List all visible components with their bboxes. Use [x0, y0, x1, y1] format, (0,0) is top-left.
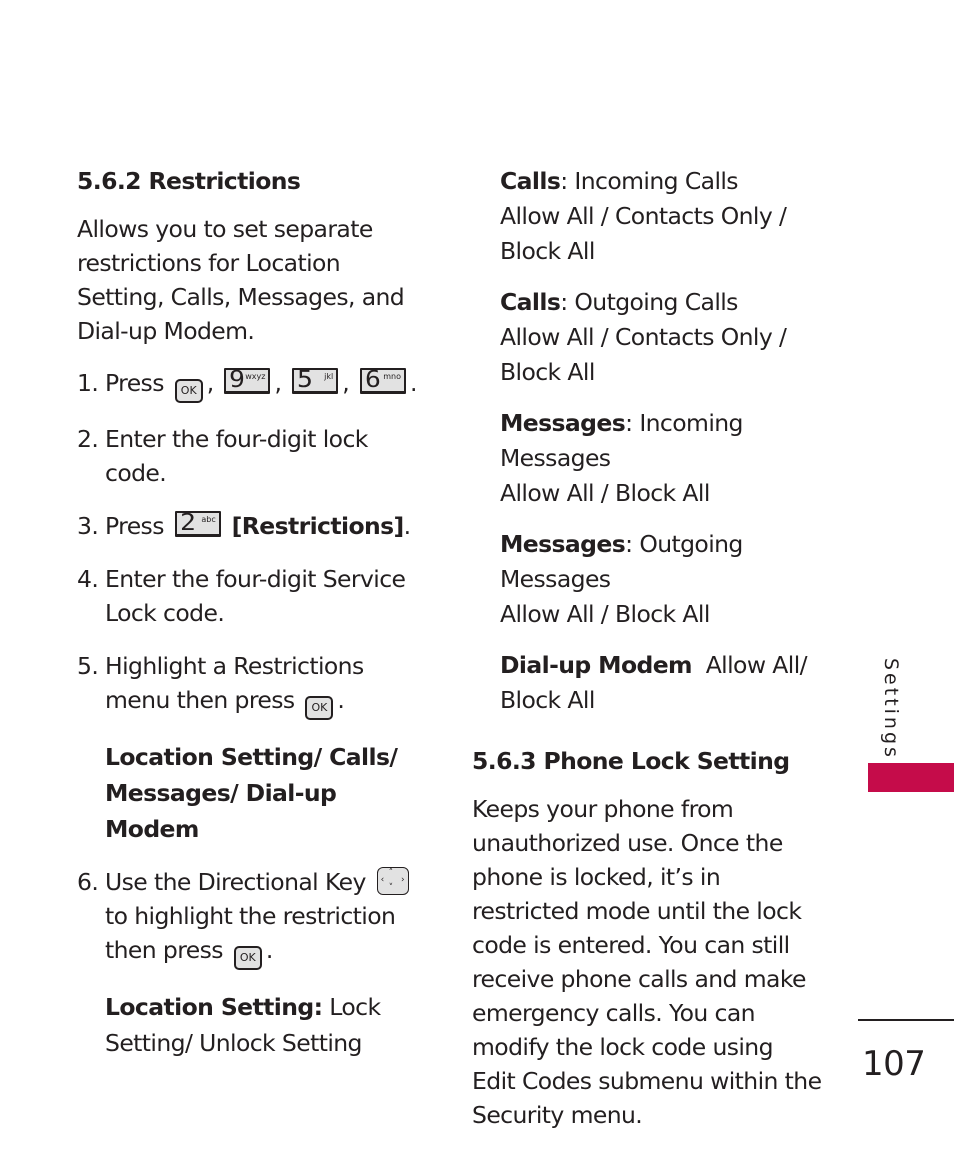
option-values: Allow All / Contacts Only / — [500, 202, 787, 230]
option-dialup-modem: Dial-up Modem Allow All/ Block All — [500, 648, 842, 718]
option-calls-incoming: Calls: Incoming Calls Allow All / Contac… — [500, 164, 842, 269]
key-letters: abc — [201, 515, 216, 524]
option-label: Calls — [500, 288, 561, 316]
option-values: Allow All / Contacts Only / — [500, 323, 787, 351]
option-separator: : — [560, 288, 568, 316]
9-key-icon: 9 wxyz — [224, 367, 271, 394]
option-messages-incoming: Messages: Incoming Messages Allow All / … — [500, 406, 842, 511]
6-key-icon: 6 mno — [359, 367, 406, 394]
step-number: 1. — [77, 369, 99, 397]
section-heading-phone-lock: 5.6.3 Phone Lock Setting — [472, 747, 790, 775]
5-key-icon: 5 jkl — [292, 367, 339, 394]
restrictions-menu-label: [Restrictions] — [231, 512, 405, 540]
ok-key-icon: OK — [174, 379, 203, 403]
left-column: 5.6.2 Restrictions Allows you to set sep… — [77, 164, 422, 1079]
key-letters: jkl — [324, 372, 334, 381]
option-values: Block All — [500, 686, 595, 714]
option-messages-outgoing: Messages: Outgoing Messages Allow All / … — [500, 527, 842, 632]
step-4: 4. Enter the four-digit Service Lock cod… — [77, 562, 422, 630]
option-target: Allow All/ — [705, 651, 808, 679]
option-separator: : — [625, 409, 633, 437]
location-setting-options: Location Setting: Lock Setting/ Unlock S… — [77, 989, 422, 1061]
section-tab-marker — [868, 763, 954, 792]
option-label: Calls — [500, 167, 561, 195]
option-label: Dial-up Modem — [500, 651, 693, 679]
2-key-icon: 2 abc — [174, 510, 221, 537]
option-values: Setting/ Unlock Setting — [105, 1029, 362, 1057]
key-letters: mno — [383, 372, 401, 381]
option-values: Block All — [500, 358, 595, 386]
option-values: Block All — [500, 237, 595, 265]
step-number: 3. — [77, 512, 99, 540]
menu-list-line: Messages/ Dial-up Modem — [105, 779, 337, 843]
page-number: 107 — [862, 1044, 926, 1084]
option-separator: : — [625, 530, 633, 558]
step-text: Press — [105, 512, 164, 540]
step-6: 6. Use the Directional Key ˄ ˅ ‹ › to highl… — [77, 865, 422, 970]
key-digit: 6 — [364, 367, 381, 393]
ok-key-icon: OK — [305, 696, 334, 720]
option-values: Allow All / Block All — [500, 600, 710, 628]
key-digit: 9 — [229, 367, 246, 393]
phone-lock-description: Keeps your phone from unauthorized use. … — [472, 795, 822, 1129]
step-number: 6. — [77, 868, 99, 896]
step-text: Press — [105, 369, 164, 397]
manual-page: 5.6.2 Restrictions Allows you to set sep… — [0, 0, 954, 1145]
option-label: Location Setting: — [105, 993, 323, 1021]
option-values: Allow All / Block All — [500, 479, 710, 507]
step-text: Use the Directional Key — [105, 868, 366, 896]
ok-key-icon: OK — [233, 946, 262, 970]
restrictions-menu-list: Location Setting/ Calls/ Messages/ Dial-… — [77, 739, 422, 847]
section-tab-label: Settings — [880, 658, 902, 760]
key-digit: 5 — [297, 367, 314, 393]
step-number: 5. — [77, 652, 99, 680]
right-column: Calls: Incoming Calls Allow All / Contac… — [472, 164, 842, 1150]
step-text: Enter the four-digit Service Lock code. — [105, 565, 406, 627]
step-number: 4. — [77, 565, 99, 593]
option-target: Incoming Calls — [574, 167, 738, 195]
option-label: Messages — [500, 409, 626, 437]
step-text: Enter the four-digit lock code. — [105, 425, 368, 487]
option-values: Lock — [329, 993, 381, 1021]
step-3: 3. Press 2 abc [Restrictions]. — [77, 509, 422, 543]
option-separator: : — [560, 167, 568, 195]
option-target: Outgoing Calls — [574, 288, 738, 316]
menu-list-line: Location Setting/ Calls/ — [105, 743, 398, 771]
key-letters: wxyz — [245, 372, 266, 381]
directional-key-icon: ˄ ˅ ‹ › — [376, 867, 409, 895]
step-5: 5. Highlight a Restrictions menu then pr… — [77, 649, 422, 720]
step-1: 1. Press OK, 9 wxyz, 5 jkl, 6 mno. — [77, 366, 422, 403]
option-label: Messages — [500, 530, 626, 558]
step-2: 2. Enter the four-digit lock code. — [77, 422, 422, 490]
step-number: 2. — [77, 425, 99, 453]
footer-rule — [858, 1019, 954, 1021]
key-digit: 2 — [179, 510, 196, 536]
option-calls-outgoing: Calls: Outgoing Calls Allow All / Contac… — [500, 285, 842, 390]
section-heading-restrictions: 5.6.2 Restrictions — [77, 167, 301, 195]
restrictions-intro: Allows you to set separate restrictions … — [77, 215, 405, 345]
